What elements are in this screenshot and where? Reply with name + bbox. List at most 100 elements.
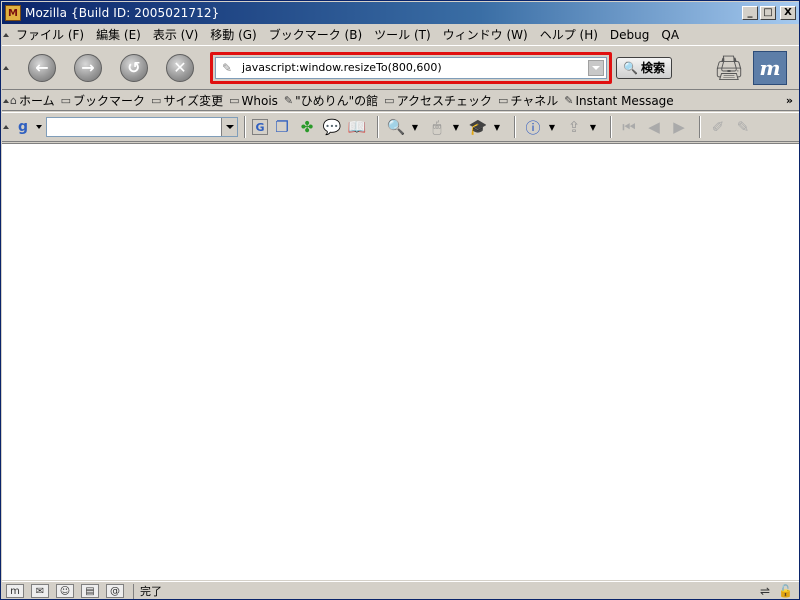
chevron-down-icon[interactable]: ▼: [547, 116, 557, 138]
bookmark-icon: ✎: [283, 94, 294, 107]
google-logo-button[interactable]: g: [10, 119, 36, 135]
bookmark-himerin[interactable]: ✎ "ひめりん"の館: [284, 92, 378, 109]
close-button[interactable]: X: [780, 6, 796, 20]
menu-debug[interactable]: Debug: [604, 28, 655, 42]
bookmark-label: "ひめりん"の館: [295, 94, 379, 108]
browser-window: M Mozilla {Build ID: 2005021712} _ □ X フ…: [0, 0, 800, 600]
toolbar-grip[interactable]: [2, 46, 10, 89]
chat-icon[interactable]: ☺: [56, 584, 74, 598]
address-book-icon[interactable]: @: [106, 584, 124, 598]
back-button[interactable]: ←: [28, 53, 56, 82]
bookmark-folder-resize[interactable]: ▭ サイズ変更: [151, 92, 223, 109]
bookmark-label: Whois: [241, 93, 278, 108]
bookmark-folder-access-check[interactable]: ▭ アクセスチェック: [384, 92, 492, 109]
bookmark-label: Instant Message: [575, 93, 674, 108]
grip-icon: [3, 65, 9, 70]
stop-button[interactable]: ✕: [166, 53, 194, 82]
grip-icon: [3, 125, 9, 129]
toolbar-grip[interactable]: [2, 113, 10, 141]
google-search-dropdown[interactable]: [221, 118, 237, 136]
highlighter-add-icon[interactable]: ✐: [707, 116, 729, 138]
chevron-down-icon[interactable]: ▼: [588, 116, 598, 138]
chevron-down-icon[interactable]: ▼: [410, 116, 420, 138]
bookmark-folder-channel[interactable]: ▭ チャネル: [498, 92, 558, 109]
status-bar: m ✉ ☺ ▤ @ 完了 ⇌ 🔓: [2, 581, 799, 600]
bookmark-icon: ✎: [564, 94, 574, 107]
page-content-area[interactable]: [2, 143, 799, 580]
share-icon[interactable]: ⇪: [563, 116, 585, 138]
info-icon[interactable]: ⓘ: [522, 116, 544, 138]
separator: [377, 116, 379, 138]
highlighter-icon[interactable]: ✎: [732, 116, 754, 138]
chevron-down-icon[interactable]: [36, 125, 42, 129]
chevron-down-icon: [225, 125, 234, 129]
bookmark-tag-icon: ✎: [222, 60, 233, 75]
menu-window[interactable]: ウィンドウ (W): [437, 26, 534, 43]
mail-icon[interactable]: ✉: [31, 584, 49, 598]
toolbar-grip[interactable]: [2, 25, 10, 44]
reload-icon: ↺: [127, 58, 141, 77]
mozilla-navigator-icon[interactable]: m: [6, 584, 24, 598]
first-page-icon[interactable]: ⏮: [618, 116, 640, 138]
magnifier-icon[interactable]: 🔍: [385, 116, 407, 138]
security-lock-icon[interactable]: 🔓: [778, 584, 793, 598]
bookmark-folder-whois[interactable]: ▭ Whois: [229, 94, 278, 108]
minimize-button[interactable]: _: [742, 6, 758, 20]
chevron-down-icon: [592, 65, 600, 70]
google-search-input[interactable]: [46, 117, 238, 137]
menu-go[interactable]: 移動 (G): [204, 26, 262, 43]
forward-button[interactable]: →: [74, 53, 102, 82]
url-field[interactable]: ✎ javascript:window.resizeTo(800,600): [215, 56, 607, 79]
separator: [699, 116, 701, 138]
clover-icon[interactable]: ✤: [296, 116, 318, 138]
menu-file[interactable]: ファイル (F): [10, 26, 90, 43]
search-icon: 🔍: [623, 60, 638, 75]
menu-qa[interactable]: QA: [655, 28, 685, 42]
chevron-down-icon[interactable]: ▼: [451, 116, 461, 138]
grip-icon: [3, 98, 9, 103]
navigation-toolbar: ← → ↺ ✕ ✎ javascript:window.resizeTo(800…: [2, 45, 799, 90]
folder-icon: ▭: [384, 94, 395, 107]
menu-help[interactable]: ヘルプ (H): [534, 26, 604, 43]
url-highlight: ✎ javascript:window.resizeTo(800,600): [210, 51, 612, 84]
search-label: 検索: [640, 61, 665, 75]
separator: [514, 116, 516, 138]
toolbar-grip[interactable]: [2, 91, 10, 110]
folder-icon: ▭: [229, 94, 240, 107]
online-status-icon[interactable]: ⇌: [760, 584, 770, 598]
reload-button[interactable]: ↺: [120, 53, 148, 82]
url-dropdown-button[interactable]: [588, 59, 604, 76]
search-button[interactable]: 🔍 検索: [616, 56, 672, 79]
mouse-gesture-icon[interactable]: 🖱: [426, 116, 448, 138]
title-bar[interactable]: M Mozilla {Build ID: 2005021712} _ □ X: [2, 2, 799, 24]
mozilla-logo[interactable]: m: [753, 50, 787, 85]
separator: [244, 116, 246, 138]
app-icon: M: [5, 5, 21, 21]
composer-icon[interactable]: ▤: [81, 584, 99, 598]
separator: [610, 116, 612, 138]
bookmark-home[interactable]: ⌂ ホーム: [10, 92, 55, 109]
copy-page-icon[interactable]: ❐: [271, 116, 293, 138]
menu-view[interactable]: 表示 (V): [147, 26, 204, 43]
previous-icon[interactable]: ◀: [643, 116, 665, 138]
menu-bookmarks[interactable]: ブックマーク (B): [263, 26, 368, 43]
folder-icon: ▭: [60, 94, 72, 107]
bookmark-instant-message[interactable]: ✎ Instant Message: [564, 94, 673, 108]
bookmark-folder-bookmarks[interactable]: ▭ ブックマーク: [61, 92, 145, 109]
stop-icon: ✕: [173, 58, 187, 77]
maximize-button[interactable]: □: [760, 6, 776, 20]
forward-arrow-icon: →: [81, 58, 95, 77]
bookmark-label: ホーム: [18, 94, 55, 108]
next-icon[interactable]: ▶: [668, 116, 690, 138]
menu-edit[interactable]: 編集 (E): [90, 26, 147, 43]
url-text[interactable]: javascript:window.resizeTo(800,600): [238, 61, 588, 74]
chevron-down-icon[interactable]: ▼: [492, 116, 502, 138]
speech-bubble-icon[interactable]: 💬: [321, 116, 343, 138]
menu-tools[interactable]: ツール (T): [368, 26, 437, 43]
bookmarks-overflow-button[interactable]: »: [786, 94, 793, 107]
personal-toolbar: ⌂ ホーム ▭ ブックマーク ▭ サイズ変更 ▭ Whois ✎ "ひめりん"の館 ▭ アク…: [2, 91, 799, 111]
print-icon[interactable]: 🖨: [711, 50, 747, 86]
graduation-cap-icon[interactable]: 🎓: [467, 116, 489, 138]
google-search-icon[interactable]: G: [252, 119, 268, 135]
book-icon[interactable]: 📖: [346, 116, 368, 138]
